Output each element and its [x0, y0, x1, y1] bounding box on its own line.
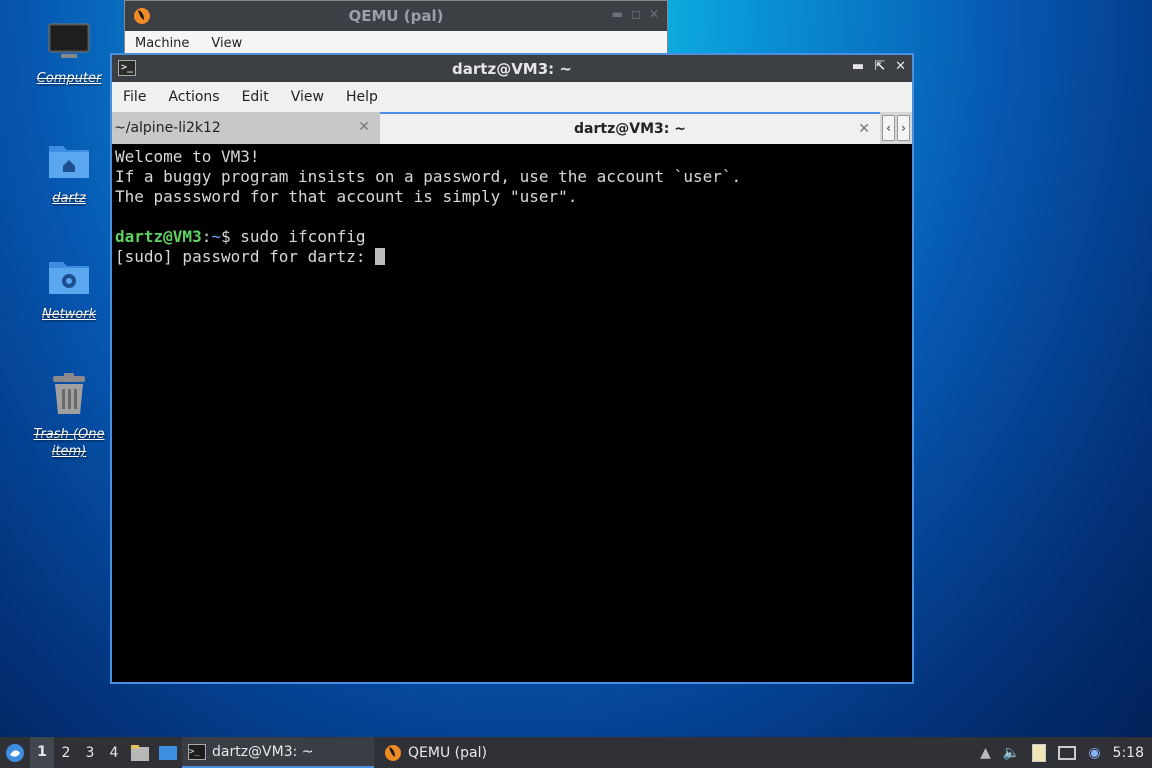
- maximize-icon[interactable]: ◻: [631, 7, 641, 21]
- terminal-icon: >_: [188, 743, 206, 760]
- menu-view[interactable]: View: [291, 89, 324, 105]
- network-icon[interactable]: [1058, 745, 1077, 760]
- prompt-separator: :: [201, 227, 212, 246]
- terminal-line: The passsword for that account is simply…: [115, 187, 578, 206]
- menu-file[interactable]: File: [123, 89, 146, 105]
- menu-edit[interactable]: Edit: [242, 89, 269, 105]
- show-desktop-button[interactable]: [154, 744, 182, 762]
- restore-icon[interactable]: ⇱: [874, 59, 885, 74]
- task-terminal[interactable]: >_ dartz@VM3: ~: [182, 737, 374, 768]
- workspace-4[interactable]: 4: [102, 745, 126, 761]
- tab-scroll-right-icon[interactable]: ›: [897, 115, 910, 141]
- close-icon[interactable]: ✕: [895, 59, 906, 74]
- terminal-line: If a buggy program insists on a password…: [115, 167, 742, 186]
- task-label: dartz@VM3: ~: [212, 743, 314, 760]
- terminal-prompt-line: dartz@VM3:~$ sudo ifconfig: [115, 227, 909, 247]
- minimize-icon[interactable]: ▬: [852, 59, 864, 74]
- desktop-icon-label: dartz: [52, 191, 86, 206]
- task-qemu[interactable]: QEMU (pal): [378, 737, 493, 768]
- volume-icon[interactable]: 🔈: [1003, 745, 1020, 761]
- desktop-icon-trash[interactable]: Trash (One item): [29, 372, 109, 460]
- sudo-prompt: [sudo] password for dartz:: [115, 247, 376, 266]
- command-text: sudo ifconfig: [240, 227, 366, 246]
- close-icon[interactable]: ✕: [649, 7, 659, 21]
- sudo-password-line: [sudo] password for dartz:: [115, 247, 909, 267]
- prompt-symbol: $: [220, 227, 241, 246]
- home-folder-icon: [49, 146, 89, 178]
- qemu-titlebar[interactable]: QEMU (pal) ▬ ◻ ✕: [125, 1, 667, 31]
- tab-label: ~/alpine-li2k12: [114, 120, 221, 136]
- tab-dartz-home[interactable]: dartz@VM3: ~ ✕: [380, 112, 880, 144]
- terminal-output[interactable]: Welcome to VM3! If a buggy program insis…: [112, 144, 912, 682]
- terminal-window-title: dartz@VM3: ~: [452, 59, 572, 78]
- file-manager-launcher[interactable]: [126, 744, 154, 762]
- desktop-icon-computer[interactable]: Computer: [29, 22, 109, 87]
- qemu-app-icon: [134, 8, 150, 24]
- desktop-icon-home-folder[interactable]: dartz: [29, 140, 109, 207]
- taskbar: 1 2 3 4 >_ dartz@VM3: ~ QEMU (pal) ▲ 🔈 ◉…: [0, 737, 1152, 768]
- file-manager-icon: [131, 744, 149, 761]
- system-tray: ▲ 🔈 ◉ 5:18: [980, 737, 1152, 768]
- menu-machine[interactable]: Machine: [135, 36, 189, 51]
- clock[interactable]: 5:18: [1113, 745, 1144, 761]
- task-label: QEMU (pal): [408, 744, 487, 761]
- prompt-path: ~: [211, 227, 221, 246]
- workspace-1[interactable]: 1: [30, 737, 54, 768]
- menu-actions[interactable]: Actions: [168, 89, 219, 105]
- terminal-menubar: File Actions Edit View Help: [112, 82, 912, 112]
- desktop-icon: [159, 745, 177, 760]
- start-menu-button[interactable]: [0, 743, 30, 763]
- workspace-2[interactable]: 2: [54, 745, 78, 761]
- workspace-3[interactable]: 3: [78, 745, 102, 761]
- text-cursor: [375, 248, 386, 265]
- network-folder-icon: [49, 262, 89, 294]
- qemu-window-title: QEMU (pal): [348, 7, 444, 25]
- tab-scroll-left-icon[interactable]: ‹: [882, 115, 895, 141]
- trash-icon: [53, 373, 85, 414]
- prompt-user: dartz@VM3: [115, 227, 202, 246]
- terminal-tab-bar: ~/alpine-li2k12 ✕ dartz@VM3: ~ ✕ ‹ ›: [112, 112, 912, 144]
- qemu-menubar: Machine View: [125, 31, 667, 55]
- desktop-icon-label: Trash (One item): [33, 427, 105, 459]
- desktop-icon-label: Network: [41, 307, 97, 322]
- terminal-window[interactable]: >_ dartz@VM3: ~ ▬ ⇱ ✕ File Actions Edit …: [110, 53, 914, 684]
- desktop-icon-network[interactable]: Network: [29, 256, 109, 323]
- qemu-window[interactable]: QEMU (pal) ▬ ◻ ✕ Machine View: [124, 0, 668, 56]
- tray-up-arrow-icon[interactable]: ▲: [980, 745, 991, 761]
- qemu-app-icon: [385, 744, 401, 761]
- clipboard-icon[interactable]: [1032, 743, 1047, 762]
- menu-help[interactable]: Help: [346, 89, 378, 105]
- distro-logo-icon: [6, 743, 24, 762]
- tab-label: dartz@VM3: ~: [574, 121, 686, 137]
- terminal-line: Welcome to VM3!: [115, 147, 260, 166]
- tab-alpine[interactable]: ~/alpine-li2k12 ✕: [112, 112, 380, 144]
- menu-view[interactable]: View: [211, 36, 242, 51]
- terminal-app-icon: >_: [118, 60, 136, 76]
- minimize-icon[interactable]: ▬: [612, 7, 623, 21]
- tab-close-icon[interactable]: ✕: [858, 121, 870, 137]
- tab-close-icon[interactable]: ✕: [358, 119, 370, 135]
- computer-icon: [48, 23, 90, 58]
- notification-icon[interactable]: ◉: [1088, 745, 1100, 761]
- desktop-icon-label: Computer: [36, 71, 102, 86]
- terminal-titlebar[interactable]: >_ dartz@VM3: ~ ▬ ⇱ ✕: [112, 55, 912, 82]
